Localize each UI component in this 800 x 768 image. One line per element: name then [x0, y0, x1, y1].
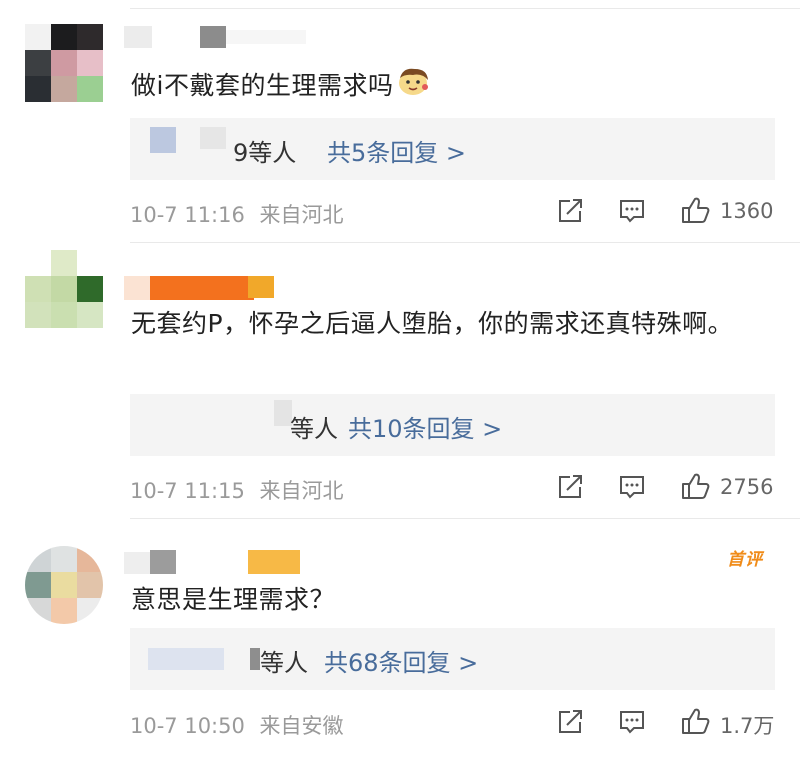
- view-replies-link[interactable]: 共5条回复 >: [327, 133, 466, 168]
- share-icon[interactable]: [556, 709, 584, 739]
- reply-summary[interactable]: 9等人 共5条回复 >: [130, 118, 775, 180]
- avatar[interactable]: [25, 24, 103, 102]
- comment-time: 10-7 10:50: [130, 714, 245, 738]
- username-redacted: [200, 26, 226, 48]
- comment-text: 做i不戴套的生理需求吗: [131, 66, 771, 108]
- username-redacted[interactable]: [124, 276, 150, 300]
- comment-text: 意思是生理需求？: [131, 585, 336, 614]
- comment-time: 10-7 11:15: [130, 479, 245, 503]
- replier-avatars-redacted: [148, 648, 224, 670]
- face-emoji-icon: [397, 66, 431, 108]
- username-redacted: [150, 550, 176, 574]
- comment-divider: [130, 242, 800, 243]
- share-icon[interactable]: [556, 198, 584, 228]
- view-replies-link[interactable]: 共68条回复 >: [324, 643, 478, 678]
- comment-location: 来自河北: [259, 479, 344, 503]
- comment-icon[interactable]: [618, 709, 646, 739]
- replier-avatars-redacted: [250, 648, 260, 670]
- replier-avatars-redacted: [200, 127, 226, 149]
- reply-summary[interactable]: 等人 共10条回复 >: [130, 394, 775, 456]
- comment-meta: 10-7 11:15 来自河北: [130, 475, 344, 505]
- username-redacted[interactable]: [124, 26, 152, 48]
- comment-meta: 10-7 10:50 来自安徽: [130, 710, 344, 740]
- thumbs-up-icon[interactable]: [680, 706, 710, 740]
- comment-location: 来自安徽: [259, 714, 344, 738]
- thumbs-up-icon[interactable]: [680, 471, 710, 505]
- avatar[interactable]: [25, 546, 103, 624]
- comment-location: 来自河北: [259, 203, 344, 227]
- replies-suffix: 9等人: [233, 139, 297, 167]
- comment-icon[interactable]: [618, 474, 646, 504]
- top-divider: [130, 8, 800, 9]
- username-redacted: [150, 276, 254, 300]
- like-count: 1360: [720, 199, 774, 223]
- comment-time: 10-7 11:16: [130, 203, 245, 227]
- like-count: 1.7万: [720, 714, 775, 738]
- user-badge-redacted: [248, 276, 274, 298]
- view-replies-link[interactable]: 共10条回复 >: [348, 409, 502, 444]
- comment-icon[interactable]: [618, 198, 646, 228]
- avatar[interactable]: [25, 250, 103, 328]
- reply-summary[interactable]: 等人 共68条回复 >: [130, 628, 775, 690]
- user-badge-redacted: [248, 550, 300, 574]
- username-redacted: [226, 30, 306, 44]
- replies-suffix: 等人: [260, 649, 308, 677]
- replies-suffix: 等人: [290, 415, 338, 443]
- comment-divider: [130, 518, 800, 519]
- replier-avatars-redacted: [150, 127, 176, 153]
- first-comment-badge: 首评: [727, 550, 763, 570]
- thumbs-up-icon[interactable]: [680, 195, 710, 229]
- username-redacted[interactable]: [124, 552, 150, 574]
- like-count: 2756: [720, 475, 774, 499]
- comment-text: 无套约P，怀孕之后逼人堕胎，你的需求还真特殊啊。: [131, 309, 734, 338]
- comment-meta: 10-7 11:16 来自河北: [130, 199, 344, 229]
- share-icon[interactable]: [556, 474, 584, 504]
